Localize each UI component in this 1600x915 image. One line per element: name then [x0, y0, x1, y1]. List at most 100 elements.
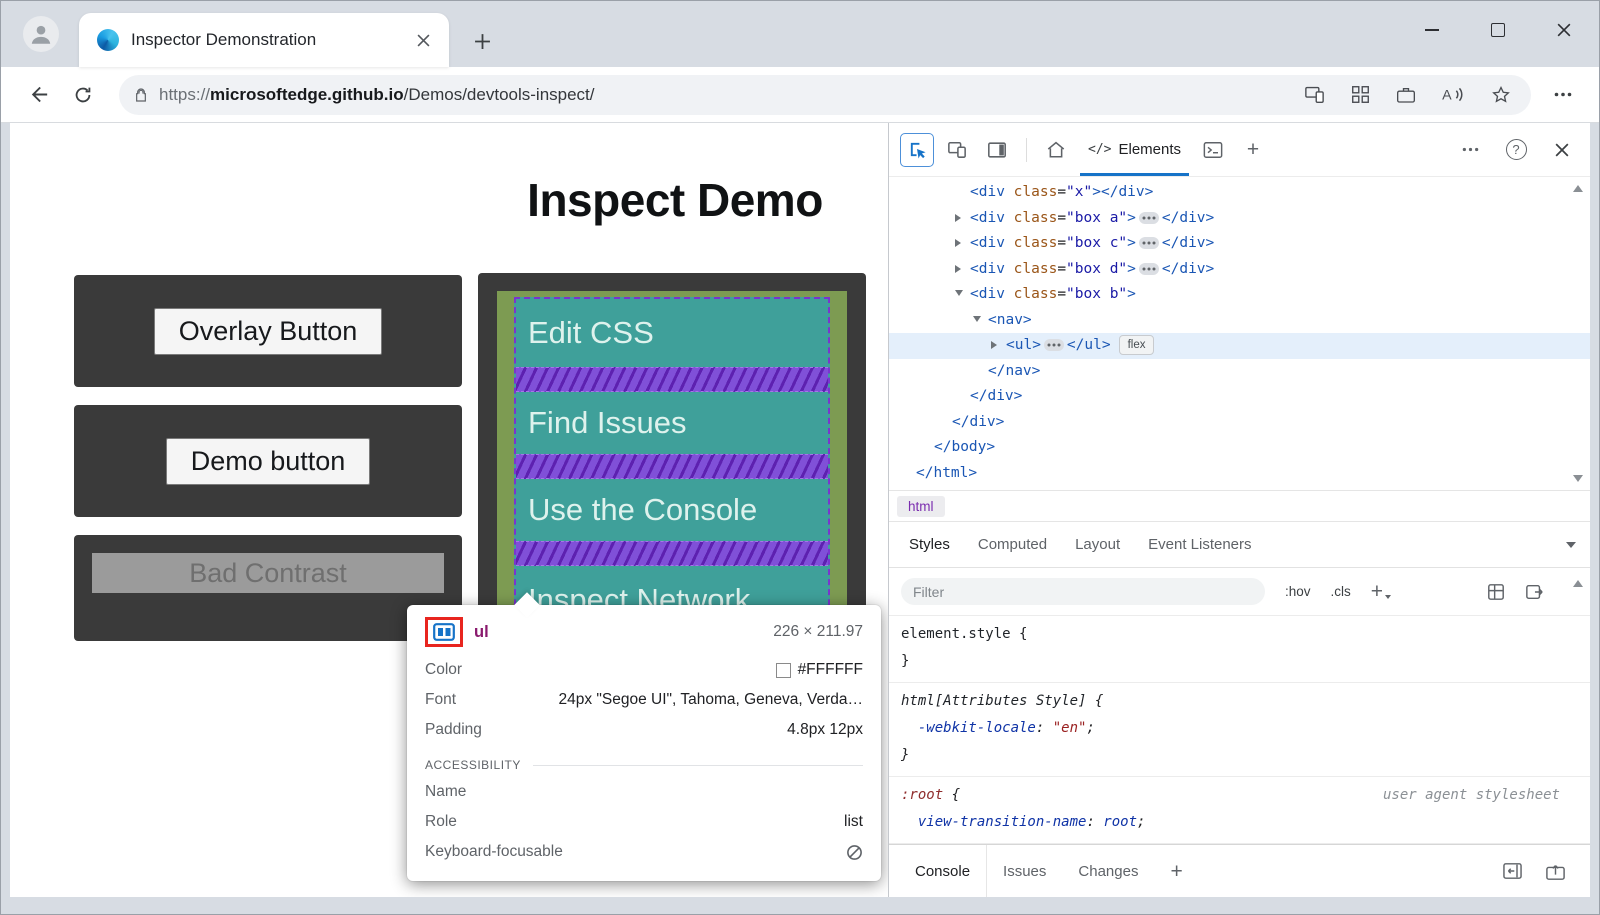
tab-title: Inspector Demonstration [131, 30, 409, 50]
drawer-more-tabs-button[interactable]: + [1154, 845, 1198, 897]
tab-elements[interactable]: </> Elements [1076, 123, 1193, 176]
sidebar-toggle-icon[interactable] [1525, 583, 1544, 601]
back-button[interactable] [17, 74, 61, 116]
apps-grid-icon[interactable] [1351, 85, 1370, 104]
close-devtools-button[interactable] [1545, 133, 1579, 167]
tree-line[interactable]: <div class="box d"></div> [889, 257, 1590, 283]
more-tabs-button[interactable]: + [1236, 133, 1270, 167]
devices-icon[interactable] [1304, 85, 1325, 104]
nav-link[interactable]: Find Issues [516, 392, 828, 454]
css-line[interactable]: -webkit-locale: "en"; [901, 715, 1578, 742]
expand-ellipsis-button[interactable] [1139, 263, 1159, 275]
expand-arrow-icon[interactable] [955, 257, 970, 283]
expand-ellipsis-button[interactable] [1044, 339, 1064, 351]
minimize-button[interactable] [1399, 1, 1465, 59]
console-panel-button[interactable] [1196, 133, 1230, 167]
url-text[interactable]: https://microsoftedge.github.io/Demos/de… [159, 85, 1292, 105]
overlay-button[interactable]: Overlay Button [154, 308, 383, 355]
tree-line[interactable]: </div> [889, 384, 1590, 410]
accessibility-label: ACCESSIBILITY [425, 758, 521, 772]
toggle-class-button[interactable]: .cls [1331, 584, 1351, 599]
css-token: { [943, 787, 960, 803]
read-aloud-icon[interactable]: A [1442, 85, 1465, 104]
dock-drawer-icon[interactable] [1502, 862, 1523, 880]
expand-ellipsis-button[interactable] [1139, 212, 1159, 224]
tree-line[interactable]: <nav> [889, 308, 1590, 334]
style-rule[interactable]: user agent stylesheet:root { view-transi… [889, 777, 1590, 844]
grid-icon[interactable] [1487, 583, 1505, 601]
maximize-button[interactable] [1465, 1, 1531, 59]
padding-row: Padding 4.8px 12px [425, 715, 863, 745]
tree-line[interactable]: <div class="x"></div> [889, 180, 1590, 206]
home-button[interactable] [1039, 133, 1073, 167]
new-tab-button[interactable] [467, 26, 497, 56]
briefcase-icon[interactable] [1396, 85, 1416, 104]
nav-link[interactable]: Edit CSS [516, 299, 828, 367]
tab-issues[interactable]: Issues [987, 845, 1062, 897]
collapse-arrow-icon[interactable] [955, 282, 970, 308]
refresh-button[interactable] [61, 74, 105, 116]
nav-link[interactable]: Use the Console [516, 479, 828, 541]
css-line[interactable]: html[Attributes Style] { [901, 688, 1578, 715]
tree-line[interactable]: <div class="box b"> [889, 282, 1590, 308]
style-rule[interactable]: element.style {} [889, 616, 1590, 683]
expand-arrow-icon[interactable] [955, 206, 970, 232]
profile-avatar[interactable] [23, 16, 59, 52]
tab-console[interactable]: Console [899, 845, 987, 897]
css-line[interactable]: element.style { [901, 621, 1578, 648]
customize-devtools-button[interactable] [1453, 133, 1487, 167]
scroll-up-icon[interactable] [1573, 185, 1583, 192]
collapse-arrow-icon[interactable] [973, 308, 988, 334]
inspect-element-button[interactable] [900, 133, 934, 167]
css-token: { [1086, 693, 1103, 709]
tab-changes[interactable]: Changes [1062, 845, 1154, 897]
scroll-down-icon[interactable] [1573, 475, 1583, 482]
expand-panel-icon[interactable] [1545, 862, 1566, 881]
code-token: <nav> [988, 312, 1032, 328]
tree-line[interactable]: <ul></ul>flex [889, 333, 1590, 359]
expand-arrow-icon[interactable] [955, 231, 970, 257]
tab-computed[interactable]: Computed [964, 522, 1061, 567]
favorites-star-icon[interactable] [1491, 85, 1511, 105]
bad-contrast-button[interactable]: Bad Contrast [92, 553, 444, 593]
css-line[interactable]: view-transition-name: root; [901, 809, 1578, 836]
close-window-button[interactable] [1531, 1, 1597, 59]
style-rule[interactable]: html[Attributes Style] { -webkit-locale:… [889, 683, 1590, 777]
flex-badge[interactable]: flex [1119, 335, 1155, 355]
expand-ellipsis-button[interactable] [1139, 237, 1159, 249]
css-token: root [1103, 814, 1137, 830]
expand-arrow-icon[interactable] [991, 333, 1006, 359]
chevron-down-icon[interactable] [1566, 542, 1576, 548]
dock-side-button[interactable] [980, 133, 1014, 167]
tree-line[interactable]: </div> [889, 410, 1590, 436]
device-emulation-button[interactable] [940, 133, 974, 167]
tree-line[interactable]: <div class="box c"></div> [889, 231, 1590, 257]
toggle-hover-state-button[interactable]: :hov [1285, 584, 1311, 599]
help-button[interactable]: ? [1499, 133, 1533, 167]
tab-close-icon[interactable] [409, 26, 437, 54]
tree-line[interactable]: </body> [889, 435, 1590, 461]
tree-line[interactable]: <div class="box a"></div> [889, 206, 1590, 232]
scroll-up-icon[interactable] [1573, 580, 1583, 587]
tree-line[interactable]: </html> [889, 461, 1590, 487]
address-bar[interactable]: https://microsoftedge.github.io/Demos/de… [119, 75, 1531, 115]
code-token: > [1127, 261, 1136, 277]
demo-button[interactable]: Demo button [166, 438, 371, 485]
browser-window: Inspector Demonstration https://microsof… [0, 0, 1600, 915]
new-style-rule-button[interactable]: + [1371, 581, 1391, 602]
tab-layout[interactable]: Layout [1061, 522, 1134, 567]
content-area: Inspect Demo Overlay Button Demo button … [10, 123, 1590, 897]
css-token: ; [1086, 720, 1094, 736]
element-dimensions: 226 × 211.97 [773, 623, 863, 641]
css-line[interactable]: } [901, 648, 1578, 675]
tab-event-listeners[interactable]: Event Listeners [1134, 522, 1265, 567]
tree-line[interactable]: </nav> [889, 359, 1590, 385]
settings-more-button[interactable] [1543, 75, 1583, 115]
browser-tab[interactable]: Inspector Demonstration [79, 13, 449, 67]
css-line[interactable]: } [901, 742, 1578, 769]
code-token: </ul> [1067, 337, 1111, 353]
tab-styles[interactable]: Styles [895, 522, 964, 567]
devtools-toolbar: </> Elements + ? [889, 123, 1590, 177]
breadcrumb-html[interactable]: html [897, 496, 945, 517]
filter-input[interactable] [901, 578, 1265, 605]
